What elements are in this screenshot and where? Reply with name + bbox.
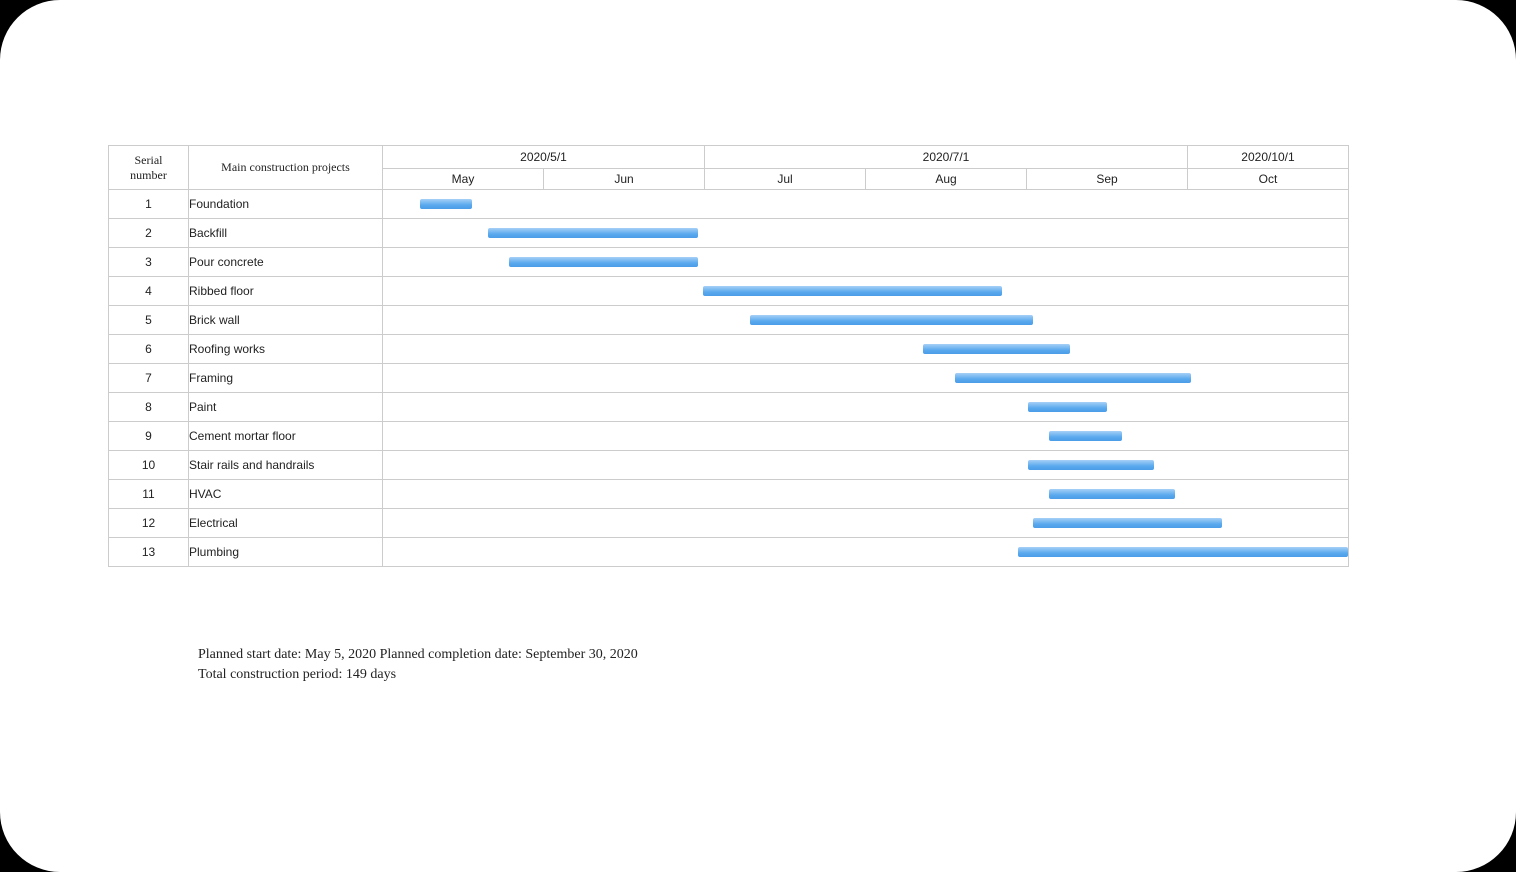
gantt-bar (420, 199, 472, 209)
serial-cell: 12 (109, 509, 189, 538)
timeline-cell (383, 190, 1349, 219)
table-row: 11HVAC (109, 480, 1349, 509)
col-header-month: Sep (1027, 169, 1188, 190)
serial-cell: 2 (109, 219, 189, 248)
gantt-bar (923, 344, 1070, 354)
timeline-cell (383, 422, 1349, 451)
gantt-bar (1033, 518, 1222, 528)
col-header-date-group: 2020/10/1 (1188, 146, 1349, 169)
col-header-month: Oct (1188, 169, 1349, 190)
task-cell: HVAC (189, 480, 383, 509)
task-cell: Foundation (189, 190, 383, 219)
footer-note: Planned start date: May 5, 2020 Planned … (198, 645, 668, 686)
table-row: 6Roofing works (109, 335, 1349, 364)
timeline-cell (383, 451, 1349, 480)
timeline-cell (383, 277, 1349, 306)
gantt-bar (1028, 460, 1154, 470)
table-row: 13Plumbing (109, 538, 1349, 567)
serial-cell: 5 (109, 306, 189, 335)
gantt-bar (488, 228, 698, 238)
gantt-bar (1028, 402, 1107, 412)
task-cell: Brick wall (189, 306, 383, 335)
table-row: 10Stair rails and handrails (109, 451, 1349, 480)
gantt-bar (703, 286, 1002, 296)
task-cell: Roofing works (189, 335, 383, 364)
gantt-bar (509, 257, 698, 267)
table-row: 4Ribbed floor (109, 277, 1349, 306)
table-row: 2Backfill (109, 219, 1349, 248)
gantt-bar (1018, 547, 1348, 557)
task-cell: Ribbed floor (189, 277, 383, 306)
serial-cell: 9 (109, 422, 189, 451)
task-cell: Cement mortar floor (189, 422, 383, 451)
serial-cell: 11 (109, 480, 189, 509)
page: SerialnumberMain construction projects20… (0, 0, 1516, 872)
table-row: 8Paint (109, 393, 1349, 422)
col-header-month: Aug (866, 169, 1027, 190)
col-header-month: May (383, 169, 544, 190)
task-cell: Backfill (189, 219, 383, 248)
col-header-date-group: 2020/7/1 (705, 146, 1188, 169)
serial-cell: 8 (109, 393, 189, 422)
serial-cell: 13 (109, 538, 189, 567)
table-row: 3Pour concrete (109, 248, 1349, 277)
table-row: 7Framing (109, 364, 1349, 393)
gantt-bar (1049, 489, 1175, 499)
task-cell: Pour concrete (189, 248, 383, 277)
task-cell: Electrical (189, 509, 383, 538)
gantt-bar (1049, 431, 1122, 441)
col-header-date-group: 2020/5/1 (383, 146, 705, 169)
gantt-bar (750, 315, 1033, 325)
task-cell: Framing (189, 364, 383, 393)
timeline-cell (383, 219, 1349, 248)
serial-cell: 4 (109, 277, 189, 306)
task-cell: Paint (189, 393, 383, 422)
timeline-cell (383, 364, 1349, 393)
timeline-cell (383, 538, 1349, 567)
timeline-cell (383, 248, 1349, 277)
col-header-month: Jul (705, 169, 866, 190)
serial-cell: 3 (109, 248, 189, 277)
table-row: 1Foundation (109, 190, 1349, 219)
timeline-cell (383, 480, 1349, 509)
col-header-serial: Serialnumber (109, 146, 189, 190)
table-row: 9Cement mortar floor (109, 422, 1349, 451)
timeline-cell (383, 335, 1349, 364)
serial-cell: 6 (109, 335, 189, 364)
gantt-bar (955, 373, 1191, 383)
timeline-cell (383, 393, 1349, 422)
table-row: 5Brick wall (109, 306, 1349, 335)
table-row: 12Electrical (109, 509, 1349, 538)
gantt-chart: SerialnumberMain construction projects20… (108, 145, 1348, 567)
task-cell: Stair rails and handrails (189, 451, 383, 480)
serial-cell: 7 (109, 364, 189, 393)
timeline-cell (383, 306, 1349, 335)
gantt-table: SerialnumberMain construction projects20… (108, 145, 1349, 567)
col-header-month: Jun (544, 169, 705, 190)
col-header-main: Main construction projects (189, 146, 383, 190)
serial-cell: 10 (109, 451, 189, 480)
serial-cell: 1 (109, 190, 189, 219)
timeline-cell (383, 509, 1349, 538)
task-cell: Plumbing (189, 538, 383, 567)
